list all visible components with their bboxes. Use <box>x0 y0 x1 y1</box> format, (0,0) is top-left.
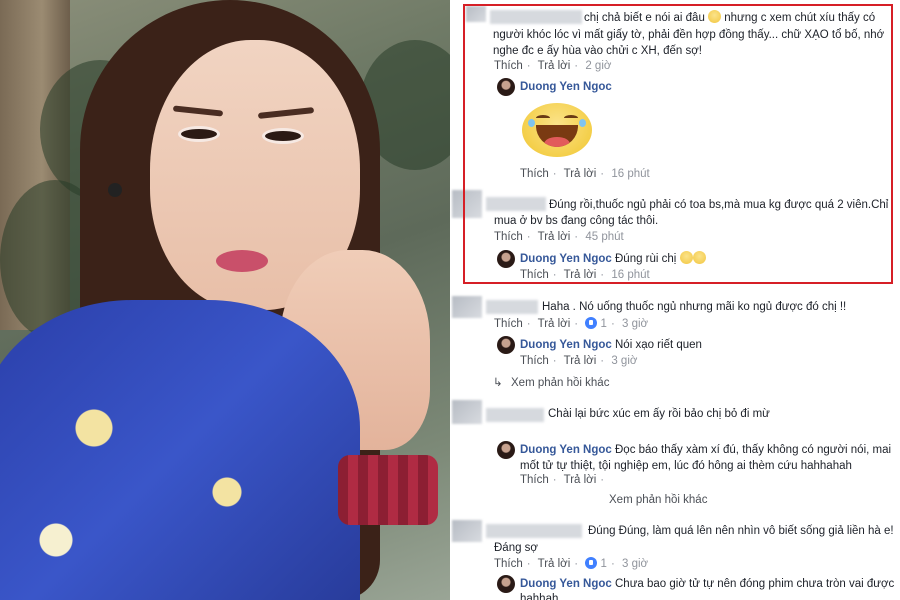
bead-bracelet <box>338 455 438 525</box>
reply-link[interactable]: Trả lời <box>538 318 571 330</box>
author-name[interactable]: Duong Yen Ngoc <box>520 253 612 265</box>
floral-dress <box>0 300 360 600</box>
commenter-name-redacted <box>490 10 582 24</box>
avatar[interactable] <box>497 441 515 459</box>
like-link[interactable]: Thích <box>494 231 523 243</box>
timestamp: 3 giờ <box>621 558 649 570</box>
like-link[interactable]: Thích <box>494 60 523 72</box>
like-link[interactable]: Thích <box>520 474 549 486</box>
comment-meta: Thích · Trả lời · 2 giờ <box>494 60 612 72</box>
timestamp: 16 phút <box>611 269 650 281</box>
author-name[interactable]: Duong Yen Ngoc <box>520 339 612 351</box>
eye-right <box>262 128 304 144</box>
avatar[interactable] <box>452 400 482 424</box>
reply-arrow-icon: ↳ <box>493 377 503 389</box>
author-name[interactable]: Duong Yen Ngoc <box>520 444 612 456</box>
reply-text: Duong Yen Ngoc Nói xạo riết quen <box>520 339 702 351</box>
comment-text: Đáng sợ <box>494 542 538 554</box>
comment-text: Haha . Nó uống thuốc ngủ nhưng mãi ko ng… <box>542 301 847 313</box>
laughing-emoji-icon <box>679 251 693 264</box>
author-name[interactable]: Duong Yen Ngoc <box>520 79 612 95</box>
like-link[interactable]: Thích <box>520 269 549 281</box>
timestamp: 45 phút <box>585 231 624 243</box>
laughing-sticker-icon <box>522 103 592 157</box>
commenter-name-redacted <box>486 197 546 211</box>
comment-meta: Thích · Trả lời · 16 phút <box>520 168 650 180</box>
reply-text: Duong Yen Ngoc Đúng rùi chị <box>520 251 706 267</box>
reply-text: mốt tử tự thiệt, tội nghiệp em, lúc đó h… <box>520 460 852 472</box>
commenter-name-redacted <box>486 524 582 538</box>
view-more-replies[interactable]: Xem phản hồi khác <box>609 494 707 506</box>
view-more-replies[interactable]: ↳ Xem phản hồi khác <box>493 375 609 389</box>
timestamp: 2 giờ <box>585 60 612 72</box>
laughing-emoji-icon <box>708 10 722 23</box>
comment-meta: Thích · Trả lời · 1 · 3 giờ <box>494 317 649 330</box>
profile-photo <box>0 0 450 600</box>
reply-text: Duong Yen Ngoc Đọc báo thấy xàm xí đú, t… <box>520 444 892 456</box>
like-badge-icon <box>585 317 598 329</box>
timestamp: 3 giờ <box>611 355 638 367</box>
comment-meta: Thích · Trả lời · 45 phút <box>494 231 624 243</box>
comment-text: người khóc lóc vì mất giấy tờ, phải đền … <box>493 29 885 41</box>
avatar[interactable] <box>452 296 482 318</box>
avatar[interactable] <box>497 336 515 354</box>
reply-text: hahhah <box>520 593 559 600</box>
comment-text: Đúng rồi,thuốc ngủ phải có toa bs,mà mua… <box>549 199 889 211</box>
reply-link[interactable]: Trả lời <box>564 474 597 486</box>
like-link[interactable]: Thích <box>520 168 549 180</box>
reply-link[interactable]: Trả lời <box>538 558 571 570</box>
comment-meta: Thích · Trả lời · <box>520 474 605 486</box>
reply-link[interactable]: Trả lời <box>564 168 597 180</box>
like-count: 1 <box>600 318 607 330</box>
avatar[interactable] <box>497 78 515 96</box>
comment-text: mua ở bv bs đang công tác thôi. <box>494 215 659 227</box>
comment-text: Chài lại bức xúc em ấy rồi bảo chị bỏ đi… <box>548 408 770 420</box>
comment-text: chị chả biết e nói ai đâu nhưng c xem ch… <box>584 10 876 24</box>
avatar[interactable] <box>497 575 515 593</box>
lips <box>216 250 268 272</box>
timestamp: 16 phút <box>611 168 650 180</box>
reply-link[interactable]: Trả lời <box>564 269 597 281</box>
commenter-name-redacted <box>486 300 538 314</box>
laughing-emoji-icon <box>692 251 706 264</box>
like-badge-icon <box>585 557 598 569</box>
like-link[interactable]: Thích <box>494 558 523 570</box>
reply-link[interactable]: Trả lời <box>538 231 571 243</box>
earring <box>108 183 122 197</box>
like-link[interactable]: Thích <box>520 355 549 367</box>
comment-meta: Thích · Trả lời · 1 · 3 giờ <box>494 557 649 570</box>
comment-meta: Thích · Trả lời · 3 giờ <box>520 355 638 367</box>
comment-text: nghe đc e ấy hùa vào chửi c XH, đến sợ! <box>493 45 702 57</box>
like-link[interactable]: Thích <box>494 318 523 330</box>
eye-left <box>178 126 220 142</box>
reply-link[interactable]: Trả lời <box>538 60 571 72</box>
avatar[interactable] <box>466 6 486 22</box>
timestamp: 3 giờ <box>621 318 649 330</box>
avatar[interactable] <box>452 190 482 218</box>
avatar[interactable] <box>497 250 515 268</box>
reply-link[interactable]: Trả lời <box>564 355 597 367</box>
reply-text: Duong Yen Ngoc Chưa bao giờ tử tự nên đó… <box>520 578 895 590</box>
commenter-name-redacted <box>486 408 544 422</box>
like-count: 1 <box>600 558 607 570</box>
avatar[interactable] <box>452 520 482 542</box>
author-name[interactable]: Duong Yen Ngoc <box>520 578 612 590</box>
comment-meta: Thích · Trả lời · 16 phút <box>520 269 650 281</box>
comment-text: Đúng Đúng, làm quá lên nên nhìn vô biết … <box>588 525 894 537</box>
